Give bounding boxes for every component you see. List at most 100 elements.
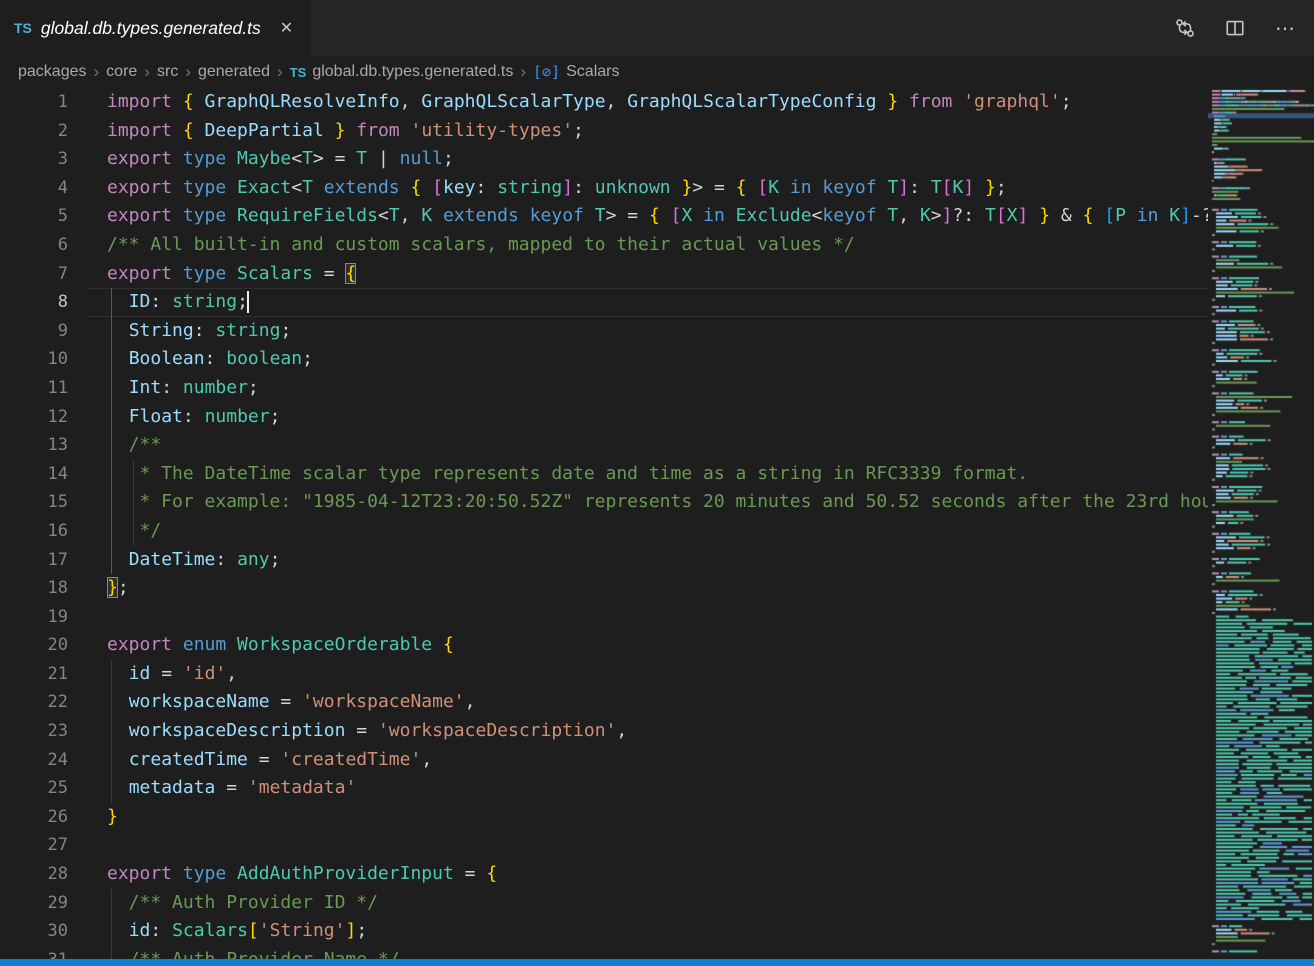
code-text: import { GraphQLResolveInfo, GraphQLScal… [107, 88, 1072, 117]
code-line[interactable]: 5export type RequireFields<T, K extends … [0, 202, 1208, 231]
code-text: Int: number; [107, 374, 259, 403]
line-number: 25 [0, 774, 68, 803]
line-number: 29 [0, 889, 68, 918]
code-line[interactable]: 13 /** [0, 431, 1208, 460]
breadcrumb-item-packages[interactable]: packages [18, 63, 87, 81]
tab-close-icon[interactable]: ✕ [276, 16, 297, 40]
code-line[interactable]: 4export type Exact<T extends { [key: str… [0, 174, 1208, 203]
code-line[interactable]: 15 * For example: "1985-04-12T23:20:50.5… [0, 488, 1208, 517]
code-line[interactable]: 16 */ [0, 517, 1208, 546]
breadcrumb-item-generated[interactable]: generated [198, 63, 270, 81]
line-number: 12 [0, 403, 68, 432]
status-accent-bar [0, 959, 1314, 966]
code-text: Boolean: boolean; [107, 345, 313, 374]
chevron-right-icon: › [94, 62, 100, 82]
line-number: 26 [0, 803, 68, 832]
code-line[interactable]: 28 export type AddAuthProviderInput = { [0, 860, 1208, 889]
line-number: 21 [0, 660, 68, 689]
code-line[interactable]: 6/** All built-in and custom scalars, ma… [0, 231, 1208, 260]
breadcrumb-item-symbol[interactable]: Scalars [566, 63, 619, 81]
more-actions-icon[interactable]: ⋯ [1274, 17, 1296, 39]
editor-actions: ⋯ [1174, 0, 1314, 56]
code-line[interactable]: 17 DateTime: any; [0, 546, 1208, 575]
code-text: export type AddAuthProviderInput = { [107, 860, 497, 889]
tab-title: global.db.types.generated.ts [41, 18, 261, 39]
line-number: 23 [0, 717, 68, 746]
code-line[interactable]: 14 * The DateTime scalar type represents… [0, 460, 1208, 489]
code-text: metadata = 'metadata' [107, 774, 356, 803]
line-number: 4 [0, 174, 68, 203]
code-line[interactable]: 30 id: Scalars['String']; [0, 917, 1208, 946]
code-line[interactable]: 21 id = 'id', [0, 660, 1208, 689]
code-line[interactable]: 23 workspaceDescription = 'workspaceDesc… [0, 717, 1208, 746]
code-line[interactable]: 20 export enum WorkspaceOrderable { [0, 631, 1208, 660]
code-text: export type Maybe<T> = T | null; [107, 145, 454, 174]
code-line[interactable]: 19 [0, 603, 1208, 632]
code-text: /** Auth Provider ID */ [107, 889, 378, 918]
code-text: export type RequireFields<T, K extends k… [107, 202, 1314, 231]
chevron-right-icon: › [144, 62, 150, 82]
code-line[interactable]: 3 export type Maybe<T> = T | null; [0, 145, 1208, 174]
code-line[interactable]: 8 ID: string; [0, 288, 1208, 317]
breadcrumb-item-file[interactable]: global.db.types.generated.ts [312, 63, 513, 81]
editor-tab-bar: TS global.db.types.generated.ts ✕ ⋯ [0, 0, 1314, 56]
line-number: 6 [0, 231, 68, 260]
line-number: 15 [0, 488, 68, 517]
line-number: 8 [0, 288, 68, 317]
minimap[interactable] [1208, 88, 1314, 959]
line-number: 22 [0, 688, 68, 717]
code-text: DateTime: any; [107, 546, 280, 575]
code-line[interactable]: 26} [0, 803, 1208, 832]
code-line[interactable]: 18}; [0, 574, 1208, 603]
code-line[interactable]: 24 createdTime = 'createdTime', [0, 746, 1208, 775]
line-number: 30 [0, 917, 68, 946]
code-line[interactable]: 25 metadata = 'metadata' [0, 774, 1208, 803]
code-line[interactable]: 31 /** Auth Provider Name */ [0, 946, 1208, 959]
typescript-file-icon: TS [290, 65, 307, 80]
code-text: } [107, 803, 118, 832]
breadcrumb-item-core[interactable]: core [106, 63, 137, 81]
code-line[interactable]: 29 /** Auth Provider ID */ [0, 889, 1208, 918]
code-text: * For example: "1985-04-12T23:20:50.52Z"… [107, 488, 1314, 517]
code-text: createdTime = 'createdTime', [107, 746, 432, 775]
line-number: 18 [0, 574, 68, 603]
line-number: 3 [0, 145, 68, 174]
code-line[interactable]: 11 Int: number; [0, 374, 1208, 403]
code-line[interactable]: 12 Float: number; [0, 403, 1208, 432]
code-text: }; [107, 574, 129, 603]
line-number: 9 [0, 317, 68, 346]
split-editor-icon[interactable] [1224, 17, 1246, 39]
code-text: export enum WorkspaceOrderable { [107, 631, 454, 660]
line-number: 28 [0, 860, 68, 889]
code-text: String: string; [107, 317, 291, 346]
code-line[interactable]: 27 [0, 831, 1208, 860]
code-line[interactable]: 1import { GraphQLResolveInfo, GraphQLSca… [0, 88, 1208, 117]
code-text: ID: string; [107, 288, 248, 317]
code-line[interactable]: 9 String: string; [0, 317, 1208, 346]
typescript-file-icon: TS [14, 20, 32, 36]
code-text: workspaceDescription = 'workspaceDescrip… [107, 717, 627, 746]
code-text: * The DateTime scalar type represents da… [107, 460, 1028, 489]
code-text: /** Auth Provider Name */ [107, 946, 400, 959]
type-symbol-icon: [⊘] [533, 63, 560, 81]
line-number: 20 [0, 631, 68, 660]
line-number: 14 [0, 460, 68, 489]
code-text: */ [107, 517, 161, 546]
line-number: 31 [0, 946, 68, 959]
code-text: workspaceName = 'workspaceName', [107, 688, 476, 717]
open-changes-icon[interactable] [1174, 17, 1196, 39]
code-text: import { DeepPartial } from 'utility-typ… [107, 117, 584, 146]
code-line[interactable]: 10 Boolean: boolean; [0, 345, 1208, 374]
code-line[interactable]: 2import { DeepPartial } from 'utility-ty… [0, 117, 1208, 146]
code-line[interactable]: 22 workspaceName = 'workspaceName', [0, 688, 1208, 717]
code-editor[interactable]: 1import { GraphQLResolveInfo, GraphQLSca… [0, 88, 1314, 959]
breadcrumb: packages›core›src›generated›TSglobal.db.… [0, 56, 1314, 88]
chevron-right-icon: › [520, 62, 526, 82]
line-number: 11 [0, 374, 68, 403]
tab-global-db-types-generated[interactable]: TS global.db.types.generated.ts ✕ [0, 0, 311, 56]
code-line[interactable]: 7export type Scalars = { [0, 260, 1208, 289]
code-text: /** [107, 431, 161, 460]
code-text: id = 'id', [107, 660, 237, 689]
line-number: 10 [0, 345, 68, 374]
breadcrumb-item-src[interactable]: src [157, 63, 178, 81]
